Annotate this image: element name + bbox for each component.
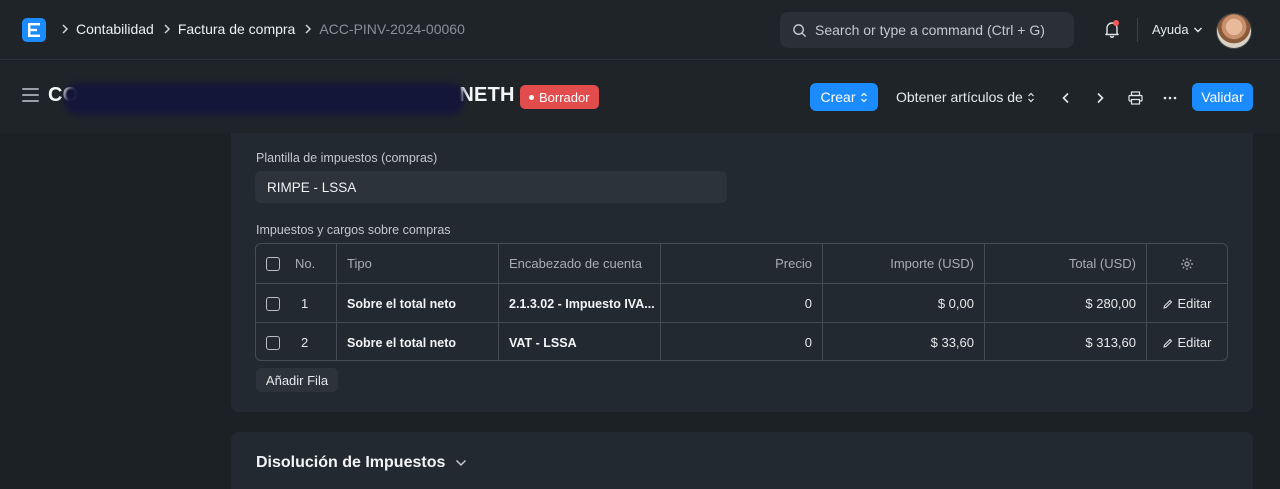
- tax-template-field[interactable]: RIMPE - LSSA: [255, 171, 727, 203]
- notification-dot: [1113, 20, 1119, 26]
- search-placeholder: Search or type a command (Ctrl + G): [815, 22, 1045, 38]
- row-rate[interactable]: 0: [661, 284, 823, 323]
- header-amount: Importe (USD): [823, 244, 985, 283]
- app-logo-icon[interactable]: [22, 18, 46, 42]
- chevron-down-icon: [456, 459, 467, 467]
- search-icon: [793, 23, 807, 37]
- header-type: Tipo: [337, 244, 499, 283]
- section-title: Disolución de Impuestos: [256, 454, 446, 471]
- chevron-right-icon: [304, 24, 312, 34]
- help-label: Ayuda: [1152, 22, 1189, 37]
- divider: [1137, 18, 1138, 42]
- row-total[interactable]: $ 313,60: [985, 323, 1147, 360]
- row-checkbox[interactable]: [266, 335, 280, 350]
- breadcrumb-contabilidad[interactable]: Contabilidad: [76, 21, 154, 37]
- taxes-table-label: Impuestos y cargos sobre compras: [256, 223, 451, 237]
- navbar: Contabilidad Factura de compra ACC-PINV-…: [0, 0, 1280, 60]
- header-account: Encabezado de cuenta: [499, 244, 661, 283]
- row-total[interactable]: $ 280,00: [985, 284, 1147, 323]
- chevron-up-down-icon: [1027, 92, 1034, 102]
- create-button[interactable]: Crear: [810, 83, 878, 111]
- select-all-checkbox[interactable]: [266, 256, 280, 271]
- chevron-up-down-icon: [860, 92, 867, 102]
- sidebar-toggle-icon[interactable]: [22, 88, 39, 102]
- row-rate[interactable]: 0: [661, 323, 823, 360]
- tax-template-label: Plantilla de impuestos (compras): [256, 151, 438, 165]
- table-header-row: No. Tipo Encabezado de cuenta Precio Imp…: [256, 244, 1227, 283]
- help-dropdown[interactable]: Ayuda: [1152, 22, 1203, 37]
- get-items-button[interactable]: Obtener artículos de: [896, 83, 1035, 111]
- submit-button[interactable]: Validar: [1192, 83, 1253, 111]
- page-head: CONETH Borrador Crear Obtener artículos …: [0, 61, 1280, 133]
- next-doc-icon[interactable]: [1091, 89, 1109, 107]
- column-settings-icon[interactable]: [1147, 244, 1227, 283]
- pencil-icon: [1162, 338, 1172, 348]
- previous-doc-icon[interactable]: [1057, 89, 1075, 107]
- breadcrumb: Contabilidad Factura de compra ACC-PINV-…: [58, 21, 465, 37]
- row-amount[interactable]: $ 0,00: [823, 284, 985, 323]
- print-icon[interactable]: [1126, 89, 1144, 107]
- search-bar[interactable]: Search or type a command (Ctrl + G): [780, 12, 1074, 48]
- row-amount[interactable]: $ 33,60: [823, 323, 985, 360]
- header-rate: Precio: [661, 244, 823, 283]
- row-no-cell: 1: [256, 284, 337, 323]
- edit-row-button[interactable]: Editar: [1147, 323, 1227, 360]
- row-no-cell: 2: [256, 323, 337, 360]
- row-account[interactable]: VAT - LSSA: [499, 323, 661, 360]
- row-type[interactable]: Sobre el total neto: [337, 284, 499, 323]
- taxes-table: No. Tipo Encabezado de cuenta Precio Imp…: [255, 243, 1228, 361]
- chevron-right-icon: [61, 24, 69, 34]
- table-row[interactable]: 1 Sobre el total neto 2.1.3.02 - Impuest…: [256, 283, 1227, 323]
- status-badge: Borrador: [520, 85, 599, 109]
- chevron-down-icon: [1193, 27, 1202, 32]
- header-no-cell: No.: [256, 244, 337, 283]
- row-account[interactable]: 2.1.3.02 - Impuesto IVA...: [499, 284, 661, 323]
- pencil-icon: [1162, 299, 1172, 309]
- tax-breakup-toggle[interactable]: Disolución de Impuestos: [256, 454, 467, 472]
- breadcrumb-document-id: ACC-PINV-2024-00060: [319, 21, 465, 37]
- chevron-right-icon: [163, 24, 171, 34]
- redaction-overlay: [64, 83, 464, 115]
- breadcrumb-factura-de-compra[interactable]: Factura de compra: [178, 21, 296, 37]
- header-total: Total (USD): [985, 244, 1147, 283]
- add-row-button[interactable]: Añadir Fila: [256, 368, 338, 392]
- row-type[interactable]: Sobre el total neto: [337, 323, 499, 360]
- more-options-icon[interactable]: [1161, 89, 1179, 107]
- edit-row-button[interactable]: Editar: [1147, 284, 1227, 323]
- avatar[interactable]: [1216, 13, 1252, 49]
- row-checkbox[interactable]: [266, 296, 280, 311]
- table-row[interactable]: 2 Sobre el total neto VAT - LSSA 0 $ 33,…: [256, 322, 1227, 360]
